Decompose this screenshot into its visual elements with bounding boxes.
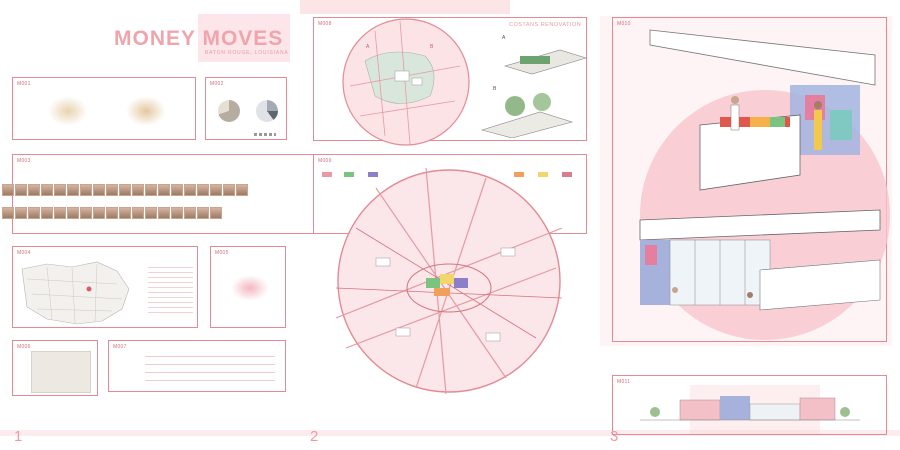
- pager-dots: [254, 133, 276, 136]
- money-splash-image: [231, 275, 269, 301]
- map-label-b: B: [430, 44, 434, 50]
- panel-label: M009: [318, 158, 332, 164]
- collage-image-right: [126, 96, 166, 126]
- panel-m002: M002: [205, 77, 287, 140]
- panel-m001: M001: [12, 77, 196, 140]
- building-elevation: [640, 396, 860, 421]
- portrait-strip-top: [2, 183, 252, 197]
- renovation-option-a: [503, 49, 588, 75]
- panel-label: M001: [17, 81, 31, 87]
- page-title: MONEY MOVES: [114, 27, 284, 50]
- renovation-label: COSTANS RENOVATION: [509, 22, 582, 28]
- panel-m007: M007: [108, 340, 286, 392]
- page-subtitle: BATON ROUGE, LOUISIANA: [205, 50, 289, 56]
- panel-label: M010: [617, 21, 631, 27]
- panel-label: M004: [17, 250, 31, 256]
- legend-swatch-pink: [322, 172, 332, 177]
- panel-m005: M005: [210, 246, 286, 328]
- site-map-circle-center: [336, 168, 562, 394]
- handwritten-note-image: [31, 351, 91, 393]
- panel-label: M007: [113, 344, 127, 350]
- map-label-a: A: [366, 44, 370, 50]
- panel-m006: M006: [12, 340, 98, 396]
- page-number-1: 1: [14, 428, 23, 445]
- portrait-strip-bottom: [2, 206, 224, 220]
- page-number-2: 2: [310, 428, 319, 445]
- renovation-option-b: [480, 93, 574, 138]
- panel-label: M008: [318, 21, 332, 27]
- market-interior-rendering: [649, 29, 876, 191]
- site-map-circle-top: [342, 18, 470, 146]
- gym-exterior-rendering: [639, 209, 881, 311]
- background-wash-top: [300, 0, 510, 14]
- legend-text-block: [148, 267, 193, 317]
- panel-label: M002: [210, 81, 224, 87]
- pie-chart-left: [218, 100, 240, 122]
- panel-m004: M004: [12, 246, 198, 328]
- city-map: [21, 261, 130, 325]
- panel-label: M011: [617, 379, 631, 385]
- panel-label: M003: [17, 158, 31, 164]
- goals-list: [145, 356, 275, 388]
- legend-swatch-rose: [562, 172, 572, 177]
- page-number-3: 3: [610, 428, 619, 445]
- panel-label: M006: [17, 344, 31, 350]
- collage-image-left: [48, 96, 88, 126]
- panel-label: M005: [215, 250, 229, 256]
- pie-chart-right: [256, 100, 278, 122]
